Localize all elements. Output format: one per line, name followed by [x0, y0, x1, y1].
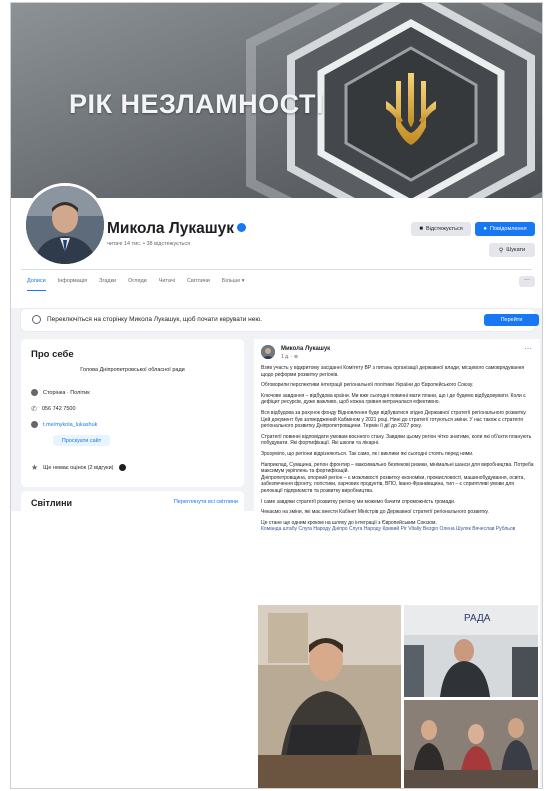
- post-paragraph: Обговорили перспективи інтеграції регіон…: [261, 382, 474, 389]
- blank-area: [11, 511, 254, 788]
- profile-name: Микола Лукашук: [107, 220, 247, 238]
- rating-row: ★ Ще немає оцінок (2 відгуки): [31, 463, 126, 472]
- category-row: Сторінка · Політик: [31, 389, 90, 396]
- tab-mentions[interactable]: Згадки: [99, 278, 116, 291]
- header-divider: [21, 269, 532, 270]
- rating-text: Ще немає оцінок (2 відгуки): [43, 464, 114, 471]
- search-label: Шукати: [506, 247, 526, 253]
- post-paragraph: І саме завдяки стратегії розвитку регіон…: [261, 498, 456, 505]
- following-label: Відстежується: [425, 226, 463, 232]
- facebook-page-screenshot: РІК НЕЗЛАМНОСТІ Микола Лукашук читачі 14…: [10, 2, 543, 789]
- profile-tabs: Дописи Інформація Згадки Огляди Читачі С…: [27, 278, 245, 291]
- category-text: Сторінка · Політик: [43, 389, 90, 396]
- post-paragraph: Чекаємо на зміни, які має внести Кабінет…: [261, 509, 489, 516]
- phone-text: 056 742 7500: [41, 406, 76, 412]
- phone-row: ✆ 056 742 7500: [31, 405, 76, 413]
- profile-header: Микола Лукашук читачі 14 тис. • 38 відст…: [11, 183, 542, 308]
- switch-button[interactable]: Перейти: [484, 314, 539, 326]
- intro-title: Про себе: [31, 349, 74, 360]
- post-paragraph: Ключове завдання – відбудова країни. Ми …: [261, 392, 526, 406]
- following-icon: ■: [419, 226, 423, 232]
- tab-about[interactable]: Інформація: [58, 278, 87, 291]
- info-icon[interactable]: [118, 464, 126, 471]
- tab-followers[interactable]: Читачі: [159, 278, 175, 291]
- telegram-link[interactable]: t.me/mykola_lukashuk: [43, 422, 97, 428]
- post-photo-session[interactable]: [404, 700, 538, 788]
- verified-badge-icon: [237, 223, 247, 233]
- star-icon: ★: [31, 463, 39, 472]
- cover-slogan: РІК НЕЗЛАМНОСТІ: [69, 89, 324, 119]
- post-photo-committee[interactable]: РАДА: [404, 605, 538, 697]
- post-card: Микола Лукашук 1 д. · ⊕ ··· Взяв участь …: [254, 339, 540, 788]
- post-photo-collage[interactable]: РАДА: [258, 605, 538, 788]
- post-tags[interactable]: Команда штабу Слуга Народу Дніпро Слуга …: [261, 526, 535, 533]
- message-label: Повідомлення: [490, 226, 527, 232]
- profile-name-text: Микола Лукашук: [107, 220, 235, 237]
- view-site-button[interactable]: Проскуати сайт: [53, 435, 110, 446]
- photo-committee-meeting: РАДА: [404, 605, 538, 697]
- photos-card: Світлини Переглянути всі світлини: [21, 491, 244, 513]
- followers-count[interactable]: читачі 14 тис. • 38 відстежується: [107, 241, 190, 247]
- post-paragraph: Стратегії повинні відповідати умовам воє…: [261, 433, 532, 447]
- cover-photo[interactable]: РІК НЕЗЛАМНОСТІ: [11, 3, 542, 198]
- tab-photos[interactable]: Світлини: [187, 278, 210, 291]
- post-paragraph: Зрозуміло, що регіони відрізняються. Так…: [261, 450, 474, 457]
- tab-reviews[interactable]: Огляди: [128, 278, 147, 291]
- post-author-name[interactable]: Микола Лукашук: [281, 346, 330, 352]
- photo-man-at-laptop: [258, 605, 401, 788]
- see-all-photos-link[interactable]: Переглянути всі світлини: [174, 499, 238, 505]
- post-paragraph: Наприклад, Сумщина, регіон фронтир – мак…: [261, 461, 534, 475]
- messenger-icon: ●: [483, 226, 488, 232]
- post-author-avatar[interactable]: [261, 345, 275, 359]
- tabs-more-button[interactable]: ···: [519, 276, 535, 287]
- post-paragraph: Взяв участь у відкритому засіданні Коміт…: [261, 365, 525, 378]
- info-icon: [31, 389, 38, 396]
- post-paragraph: Вся відбудова за рахунок фонду Відновлен…: [261, 409, 527, 430]
- profile-avatar[interactable]: [23, 183, 107, 267]
- tab-posts[interactable]: Дописи: [27, 278, 46, 291]
- switch-profile-text: Переключіться на сторінку Микола Лукашук…: [47, 316, 263, 323]
- tab-more[interactable]: Більше ▾: [222, 278, 245, 291]
- avatar-photo: [26, 186, 104, 264]
- post-text: Взяв участь у відкритому засіданні Коміт…: [261, 365, 535, 537]
- post-photo-main[interactable]: [258, 605, 401, 788]
- switch-profile-bar: Переключіться на сторінку Микола Лукашук…: [21, 309, 539, 331]
- globe-icon: [31, 421, 38, 428]
- post-avatar-photo: [261, 345, 275, 359]
- link-row: t.me/mykola_lukashuk: [31, 421, 97, 428]
- post-timestamp[interactable]: 1 д. · ⊕: [281, 354, 298, 360]
- post-more-button[interactable]: ···: [524, 344, 532, 353]
- post-paragraph: Дніпропетровщина, опорний регіон – є мож…: [261, 474, 525, 494]
- message-button[interactable]: ● Повідомлення: [475, 222, 535, 236]
- intro-bio: Голова Дніпропетровської обласної ради: [80, 367, 185, 373]
- switch-profile-icon: [32, 315, 41, 324]
- search-button[interactable]: ⚲ Шукати: [489, 243, 535, 257]
- intro-card: Про себе Голова Дніпропетровської обласн…: [21, 339, 244, 487]
- photos-title: Світлини: [31, 498, 73, 508]
- rada-text: РАДА: [464, 613, 491, 624]
- photo-session-participants: [404, 700, 538, 788]
- phone-icon: ✆: [31, 406, 37, 413]
- following-button[interactable]: ■ Відстежується: [411, 222, 471, 236]
- search-icon: ⚲: [498, 247, 504, 254]
